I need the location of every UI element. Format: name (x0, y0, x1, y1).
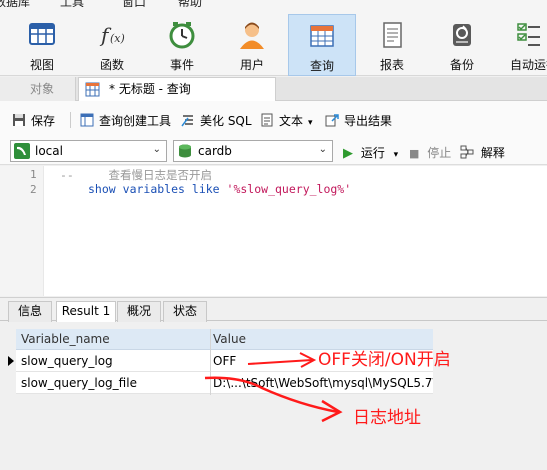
chevron-down-icon: ⌄ (318, 144, 327, 155)
export-results-label: 导出结果 (344, 114, 393, 128)
save-icon (13, 114, 25, 126)
connection-bar: local ⌄ cardb ⌄ ▶ 运行 ▾ ■ 停止 解释 (0, 137, 547, 165)
cell-value[interactable]: D:\...\tSoft\WebSoft\mysql\MySQL5.7\d (213, 376, 433, 390)
export-icon (325, 114, 339, 127)
mysql-connection-icon (14, 143, 30, 159)
save-button[interactable]: 保存 (12, 112, 55, 129)
line-number-gutter: 1 2 (0, 166, 44, 296)
sql-keyword: variables (122, 182, 185, 196)
checklist-icon (517, 23, 540, 46)
cell-variable-name[interactable]: slow_query_log (21, 354, 113, 368)
cell-value[interactable]: OFF (213, 354, 236, 368)
tab-info[interactable]: 信息 (8, 301, 52, 322)
cell-variable-name[interactable]: slow_query_log_file (21, 376, 137, 390)
main-toolbar: 视图 f (x) 函数 事件 用户 查询 报表 备份 自动运 (0, 7, 547, 76)
tab-query-label: * 无标题 - 查询 (109, 82, 191, 96)
beautify-sql-label: 美化 SQL (200, 114, 252, 128)
database-icon (179, 144, 191, 158)
connection-value: local (35, 144, 63, 158)
query-label: 查询 (309, 59, 334, 73)
backup-icon (453, 24, 471, 46)
tab-untitled-query[interactable]: * 无标题 - 查询 (78, 77, 276, 102)
report-button[interactable]: 报表 (358, 14, 426, 76)
function-label: 函数 (99, 58, 124, 72)
event-button[interactable]: 事件 (148, 14, 216, 76)
query-builder-label: 查询创建工具 (99, 114, 172, 128)
sql-keyword: show (88, 182, 116, 196)
column-header-value[interactable]: Value (213, 332, 246, 346)
run-label: 运行 (360, 146, 385, 160)
chevron-down-icon: ⌄ (152, 144, 161, 155)
stop-icon: ■ (409, 147, 420, 160)
query-builder-button[interactable]: 查询创建工具 (80, 112, 171, 129)
autorun-label: 自动运行 (510, 58, 547, 72)
tab-profile[interactable]: 概况 (117, 301, 161, 322)
beautify-icon (181, 115, 193, 127)
query-table-icon (310, 25, 334, 47)
report-icon (383, 22, 402, 48)
line-number: 1 (30, 168, 37, 181)
export-results-button[interactable]: 导出结果 (325, 112, 392, 129)
annotation-log-path: 日志地址 (353, 408, 421, 428)
stop-label: 停止 (427, 146, 452, 160)
view-grid-icon (29, 23, 55, 45)
beautify-sql-button[interactable]: 美化 SQL (181, 112, 252, 129)
function-button[interactable]: f (x) 函数 (78, 14, 146, 76)
result-grid[interactable]: Variable_name Value slow_query_log OFF s… (0, 322, 547, 470)
line-number: 2 (30, 183, 37, 196)
database-value: cardb (198, 144, 232, 158)
document-text-icon (261, 113, 273, 127)
toolbar-divider (70, 112, 71, 128)
clock-icon (169, 22, 195, 49)
menu-bar: 数据库 工具 窗口 帮助 (0, 0, 547, 9)
result-tabs: 信息 Result 1 概况 状态 (0, 297, 547, 323)
save-label: 保存 (31, 114, 56, 128)
view-button[interactable]: 视图 (8, 14, 76, 76)
column-header-variable-name[interactable]: Variable_name (21, 332, 110, 346)
connection-select[interactable]: local ⌄ (10, 140, 167, 162)
current-row-indicator-icon (8, 356, 14, 366)
tab-result-1[interactable]: Result 1 (56, 301, 116, 323)
user-button[interactable]: 用户 (218, 14, 286, 76)
explain-icon (460, 145, 474, 159)
dropdown-arrow-icon: ▾ (308, 118, 313, 128)
tab-status[interactable]: 状态 (163, 301, 207, 322)
event-label: 事件 (169, 58, 194, 72)
tab-objects[interactable]: 对象 (0, 77, 76, 101)
document-tabs: 对象 * 无标题 - 查询 (0, 77, 547, 102)
function-fx-icon: f (x) (99, 23, 125, 47)
column-divider (210, 329, 211, 395)
explain-button[interactable]: 解释 (460, 144, 505, 161)
view-label: 视图 (29, 58, 54, 72)
text-menu-label: 文本 (279, 114, 304, 128)
user-label: 用户 (239, 58, 264, 72)
autorun-button[interactable]: 自动运行 (498, 14, 547, 76)
stop-button[interactable]: ■ 停止 (409, 144, 451, 161)
table-row[interactable]: slow_query_log OFF (0, 350, 547, 372)
table-row[interactable]: slow_query_log_file D:\...\tSoft\WebSoft… (0, 372, 547, 394)
query-toolbar: 保存 查询创建工具 美化 SQL 文本 ▾ 导出结果 (0, 101, 547, 137)
sql-editor[interactable]: 1 2 -- 查看慢日志是否开启 show variables like '%s… (0, 166, 547, 296)
svg-text:(x): (x) (110, 32, 125, 45)
play-icon: ▶ (343, 146, 353, 161)
report-label: 报表 (379, 58, 404, 72)
sql-comment-line: -- 查看慢日志是否开启 (60, 168, 212, 182)
sql-string: '%slow_query_log%' (226, 182, 352, 196)
query-button[interactable]: 查询 (288, 14, 356, 76)
backup-button[interactable]: 备份 (428, 14, 496, 76)
database-select[interactable]: cardb ⌄ (173, 140, 333, 162)
query-tab-icon (85, 82, 100, 97)
text-menu-button[interactable]: 文本 ▾ (260, 112, 313, 129)
explain-label: 解释 (480, 146, 505, 160)
backup-label: 备份 (449, 58, 474, 72)
sql-statement-line: show variables like '%slow_query_log%' (88, 182, 351, 196)
query-builder-icon (80, 113, 94, 127)
user-icon (240, 22, 264, 49)
tab-objects-label: 对象 (30, 82, 55, 96)
run-button[interactable]: ▶ 运行 ▾ (343, 144, 398, 161)
sql-keyword: like (191, 182, 220, 196)
annotation-off-on: OFF关闭/ON开启 (318, 350, 451, 370)
dropdown-arrow-icon: ▾ (393, 150, 399, 160)
